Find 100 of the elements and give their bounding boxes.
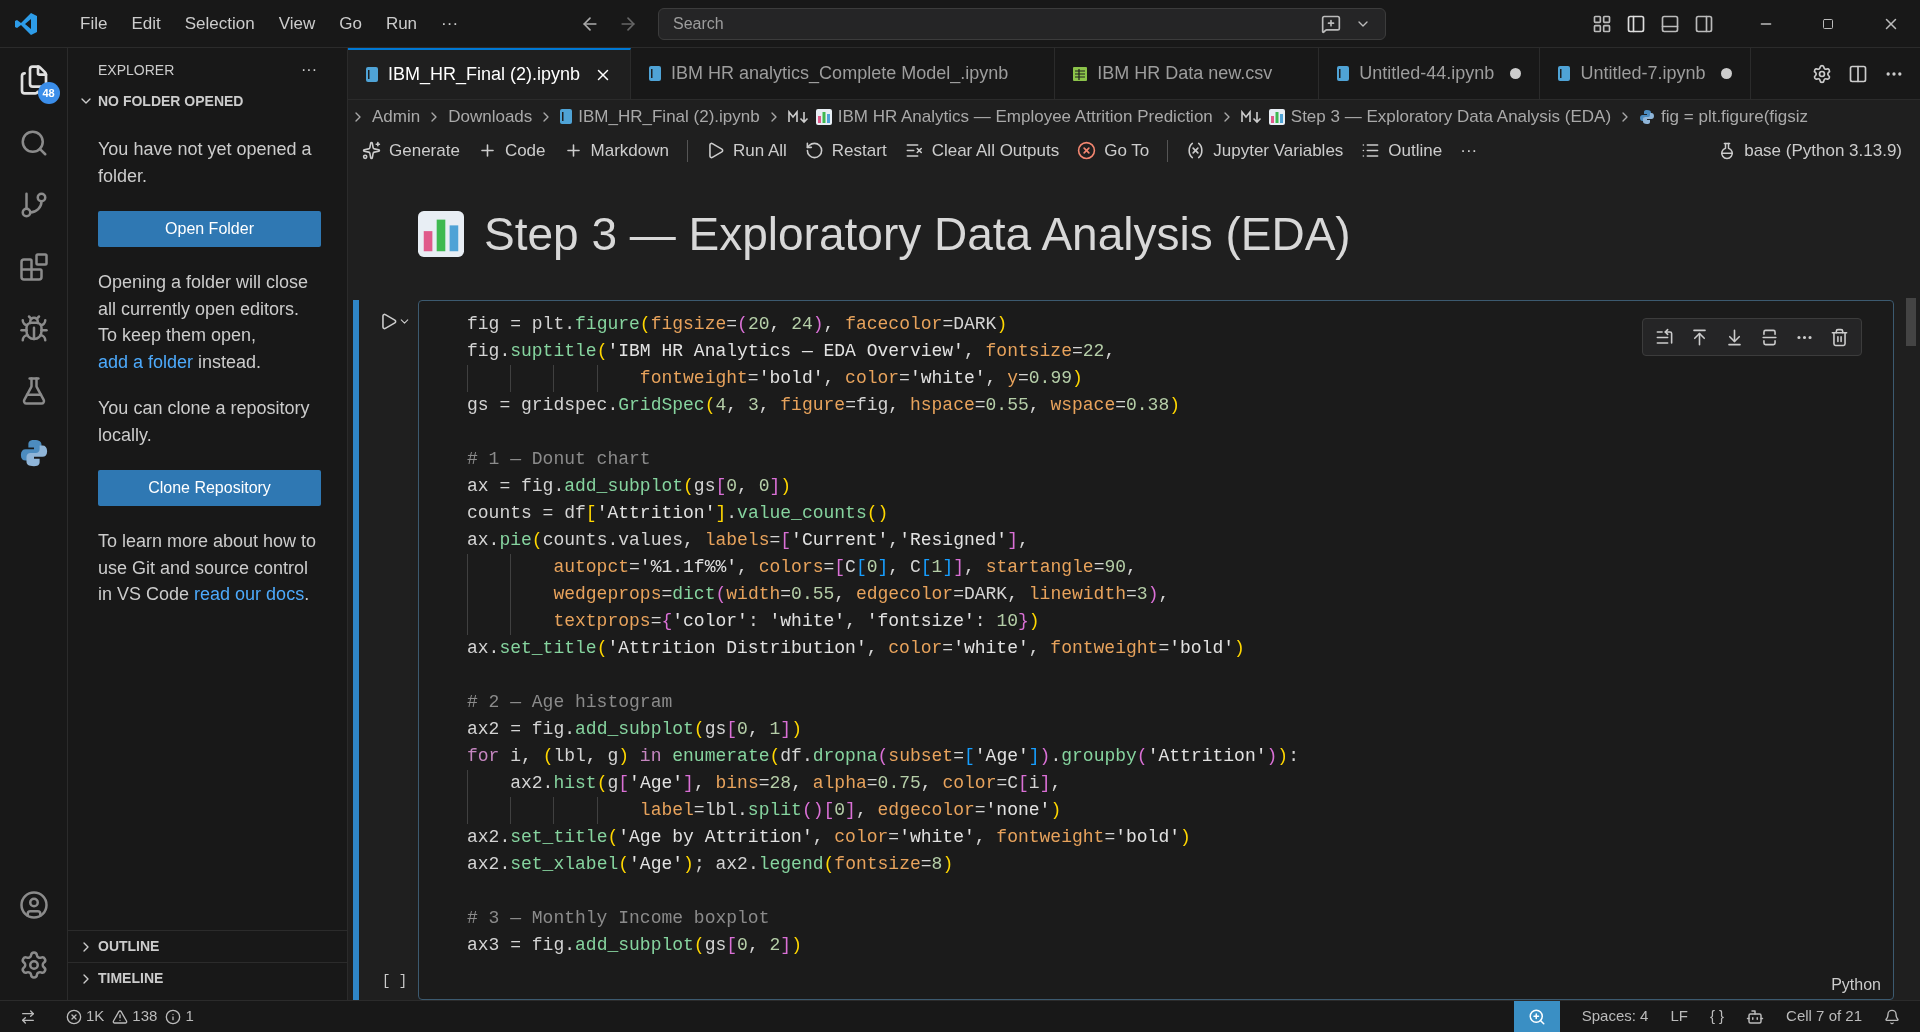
indentation-status[interactable]: Spaces: 4 <box>1581 1005 1649 1028</box>
info-text: You can clone a repository locally. <box>98 397 311 447</box>
menu-item[interactable]: File <box>68 10 120 37</box>
code-line: ax.set_title('Attrition Distribution', color='white', fontweight='bold') <box>467 637 1245 660</box>
split-cell-icon[interactable] <box>1760 327 1779 347</box>
menu-item[interactable]: ··· <box>429 10 471 37</box>
run-by-line-icon[interactable] <box>1655 327 1674 347</box>
variable-icon <box>1186 141 1206 160</box>
menu-item[interactable]: Selection <box>172 10 267 37</box>
breadcrumb-item[interactable]: IBM HR Analytics — Employee Attrition Prediction <box>837 103 1213 130</box>
chat-icon[interactable] <box>1321 13 1342 34</box>
search-bar[interactable]: Search <box>658 7 1387 40</box>
settings-icon[interactable] <box>1812 63 1832 84</box>
bell-icon[interactable] <box>1884 1008 1900 1025</box>
clone-repository-button[interactable]: Clone Repository <box>98 470 321 506</box>
section-header[interactable]: NO FOLDER OPENED <box>98 90 244 112</box>
search-field[interactable]: Search <box>673 11 1322 36</box>
toolbar-button[interactable]: Generate <box>362 137 460 164</box>
source-control-icon[interactable] <box>18 190 49 220</box>
code-line: wedgeprops=dict(width=0.55, edgecolor=DARK, linewidth=3), <box>467 581 1170 608</box>
info-icon <box>165 1008 182 1025</box>
spreadsheet-icon <box>1073 66 1088 81</box>
python-icon <box>18 438 49 468</box>
notebook-icon <box>1337 66 1350 81</box>
cell-position-status[interactable]: Cell 7 of 21 <box>1786 1005 1862 1028</box>
code-line: fig.suptitle('IBM HR Analytics — EDA Overview', fontsize=22, <box>467 340 1116 363</box>
section-header[interactable]: OUTLINE <box>98 936 160 957</box>
error-count[interactable]: 1K <box>86 1005 105 1028</box>
breadcrumb-item[interactable]: Admin <box>372 103 421 130</box>
warning-count[interactable]: 138 <box>132 1005 158 1028</box>
code-line: fig = plt.figure(figsize=(20, 24), facecolor=DARK) <box>467 313 1008 336</box>
bar-chart-icon <box>418 211 464 257</box>
editor-tab[interactable]: IBM HR Data new.csv <box>1055 48 1320 99</box>
menu-item[interactable]: Go <box>327 10 374 37</box>
code-line: ax2.set_xlabel('Age'); ax2.legend(fontsize=8) <box>467 853 954 876</box>
line-ending-status[interactable]: LF <box>1670 1005 1688 1028</box>
toolbar-button[interactable]: Clear All Outputs <box>904 137 1060 164</box>
notebook-icon <box>560 109 573 124</box>
code-line: label=lbl.split()[0], edgecolor='none') <box>467 797 1062 824</box>
breadcrumb-item[interactable]: fig = plt.figure(figsiz <box>1661 103 1809 130</box>
open-folder-button[interactable]: Open Folder <box>98 211 321 247</box>
info-count[interactable]: 1 <box>185 1005 194 1028</box>
app-logo <box>14 11 38 36</box>
notebook-icon <box>366 67 378 82</box>
code-line: # 2 — Age histogram <box>467 691 673 714</box>
remote-icon[interactable] <box>20 1008 36 1025</box>
code-cell[interactable] <box>418 300 1894 1000</box>
zoom-icon <box>1527 1007 1546 1026</box>
notebook-icon <box>649 66 662 81</box>
breadcrumb-item[interactable]: Downloads <box>448 103 533 130</box>
circle-x-icon <box>1077 141 1097 160</box>
cell-language[interactable]: Python <box>1831 973 1881 997</box>
menu-item[interactable]: Edit <box>119 10 173 37</box>
run-below-icon[interactable] <box>1725 327 1744 347</box>
restore-icon[interactable] <box>1822 17 1834 30</box>
menu-item[interactable]: View <box>266 10 328 37</box>
settings-icon[interactable] <box>18 950 49 980</box>
more-actions[interactable]: ··· <box>301 58 317 82</box>
layout-icon[interactable] <box>1592 13 1612 34</box>
add-folder-link[interactable]: add a folder <box>98 351 194 372</box>
secondary-sidebar-icon[interactable] <box>1694 13 1714 34</box>
toolbar-button[interactable]: Restart <box>804 137 887 164</box>
account-icon[interactable] <box>18 890 49 920</box>
toolbar-button[interactable]: Outline <box>1361 137 1443 164</box>
debug-icon[interactable] <box>18 314 49 344</box>
code-line: counts = df['Attrition'].value_counts() <box>467 502 889 525</box>
bar-chart-icon <box>815 108 832 125</box>
notebook-icon <box>1558 66 1571 81</box>
code-line: for i, (lbl, g) in enumerate(df.dropna(subset=['Age']).groupby('Attrition')): <box>467 745 1299 768</box>
toolbar-button[interactable]: Run All <box>705 137 787 164</box>
toolbar-button[interactable]: Markdown <box>563 137 669 164</box>
zoom-button[interactable] <box>1513 1001 1560 1032</box>
toolbar-button[interactable]: Jupyter Variables <box>1186 137 1344 164</box>
editor-tab[interactable]: IBM_HR_Final (2).ipynb <box>348 48 632 99</box>
delete-icon[interactable] <box>1830 327 1849 347</box>
editor-tab[interactable]: IBM HR analytics_Complete Model_.ipynb <box>631 48 1056 99</box>
markdown-icon <box>1240 109 1263 124</box>
sidebar-title: EXPLORER <box>98 60 175 80</box>
toolbar-button[interactable]: Code <box>477 137 546 164</box>
toolbar-button[interactable]: ··· <box>1460 137 1478 164</box>
editor-tab[interactable]: Untitled-44.ipynb <box>1319 48 1541 99</box>
split-editor-icon[interactable] <box>1848 63 1868 84</box>
extensions-icon[interactable] <box>18 252 49 282</box>
warning-icon <box>112 1008 129 1025</box>
toolbar-button[interactable]: Go To <box>1077 137 1150 164</box>
code-line: textprops={'color': 'white', 'fontsize': 10}) <box>467 608 1040 635</box>
code-line: gs = gridspec.GridSpec(4, 3, figure=fig, hspace=0.55, wspace=0.38) <box>467 394 1181 417</box>
breadcrumb-item[interactable]: Step 3 — Exploratory Data Analysis (EDA) <box>1290 103 1612 130</box>
editor-tab[interactable]: Untitled-7.ipynb <box>1540 48 1752 99</box>
language-status[interactable]: { } <box>1709 1005 1725 1028</box>
section-header[interactable]: TIMELINE <box>98 968 164 989</box>
panel-toggle-icon[interactable] <box>1660 13 1680 34</box>
sidebar-toggle-icon[interactable] <box>1626 13 1646 34</box>
markdown-icon <box>787 109 810 124</box>
kernel-picker[interactable]: base (Python 3.13.9) <box>1744 137 1902 164</box>
breadcrumb-item[interactable]: IBM_HR_Final (2).ipynb <box>578 103 760 130</box>
docs-link[interactable]: read our docs <box>194 584 305 604</box>
markdown-heading: Step 3 — Exploratory Data Analysis (EDA) <box>484 206 1351 262</box>
menu-item[interactable]: Run <box>373 10 430 37</box>
run-above-icon[interactable] <box>1690 327 1709 347</box>
